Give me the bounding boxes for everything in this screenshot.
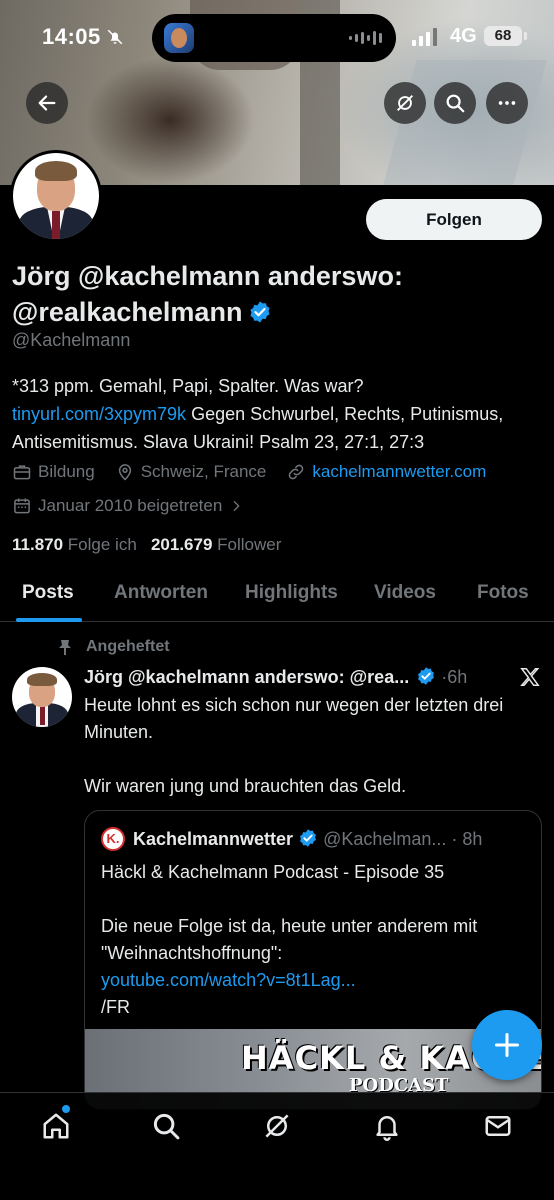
quote-signature: /FR [101,997,130,1017]
quote-author: Kachelmannwetter [133,829,294,849]
search-icon [446,94,465,113]
search-icon[interactable] [151,1111,181,1141]
calendar-icon [14,498,30,514]
meta-website[interactable]: kachelmannwetter.com [286,462,486,482]
category-label: Bildung [38,462,95,481]
verified-badge-icon [300,829,316,847]
tweet-text: Heute lohnt es sich schon nur wegen der … [84,695,504,796]
home-notification-dot [62,1105,70,1113]
bottom-navigation [0,1092,554,1200]
bio-text: *313 ppm. Gemahl, Papi, Spalter. Was war… [12,376,364,396]
x-logo-icon [520,668,540,686]
location-pin-icon [118,464,131,481]
grok-button[interactable] [384,82,426,124]
more-button[interactable] [486,82,528,124]
quote-line-1: Häckl & Kachelmann Podcast - Episode 35 [101,862,445,882]
dynamic-island [152,14,396,62]
pin-icon [59,640,71,655]
following-stat[interactable]: 11.870 Folge ich [12,535,137,554]
plus-icon [494,1032,520,1058]
bell-icon[interactable] [372,1111,402,1141]
battery-level: 68 [484,26,527,46]
quote-text: Häckl & Kachelmann Podcast - Episode 35 … [101,859,521,1021]
mail-icon[interactable] [483,1111,513,1141]
quote-link[interactable]: youtube.com/watch?v=8t1Lag... [101,970,356,990]
tab-videos[interactable]: Videos [374,582,436,604]
followers-label: Follower [217,535,282,554]
quote-header: Kachelmannwetter @Kachelman... · 8h [133,829,483,849]
compose-button[interactable] [472,1010,542,1080]
quote-avatar: K. [101,827,125,851]
chevron-right-icon [233,500,240,512]
pinned-indicator: Angeheftet [58,638,170,656]
search-button[interactable] [434,82,476,124]
back-button[interactable] [26,82,68,124]
followers-count: 201.679 [150,535,213,554]
quote-time: 8h [462,829,483,849]
signal-icon [412,28,437,46]
network-type: 4G [450,25,477,47]
follow-button[interactable]: Folgen [366,199,542,240]
quote-handle: @Kachelman... [323,829,447,849]
home-icon[interactable] [41,1111,71,1141]
profile-tabs: Posts Antworten Highlights Videos Fotos [0,574,554,622]
link-icon [289,464,304,480]
now-playing-app-icon [164,23,194,53]
more-icon [498,101,516,105]
location-label: Schweiz, France [140,462,267,481]
tab-highlights[interactable]: Highlights [245,582,338,604]
tweet-avatar[interactable] [12,667,72,727]
tab-photos[interactable]: Fotos [477,582,529,604]
tweet-author-name[interactable]: Jörg @kachelmann anderswo: @rea... [84,667,409,687]
verified-badge-icon[interactable] [248,300,272,324]
verified-badge-icon [418,667,435,685]
profile-avatar[interactable] [10,150,102,242]
following-label: Folge ich [67,535,137,554]
active-tab-indicator [16,618,82,622]
joined-row[interactable]: Januar 2010 beigetreten [12,496,244,516]
status-time: 14:05 [42,24,101,49]
arrow-left-icon [38,95,56,111]
following-count: 11.870 [12,535,64,554]
follow-stats: 11.870 Folge ich 201.679 Follower [12,535,281,555]
meta-location: Schweiz, France [115,462,267,482]
tab-replies[interactable]: Antworten [114,582,208,604]
grok-icon [397,95,413,111]
profile-bio: *313 ppm. Gemahl, Papi, Spalter. Was war… [12,372,542,456]
website-link[interactable]: kachelmannwetter.com [312,462,486,482]
followers-stat[interactable]: 201.679 Follower [151,535,281,554]
profile-meta: Bildung Schweiz, France kachelmannwetter… [12,462,500,482]
display-name-text: Jörg @kachelmann anderswo: @realkachelma… [12,261,403,327]
briefcase-icon [13,465,31,480]
grok-icon[interactable] [262,1111,292,1141]
quoted-tweet[interactable]: K. Kachelmannwetter @Kachelman... · 8h H… [84,810,542,1110]
bell-slash-icon [107,29,123,45]
audio-wave-icon [349,30,382,46]
tweet-time[interactable]: 6h [447,667,467,687]
quote-line-2: Die neue Folge ist da, heute unter ander… [101,916,478,963]
bio-link[interactable]: tinyurl.com/3xpym79k [12,404,186,424]
profile-handle: @Kachelmann [12,330,131,350]
pinned-label: Angeheftet [86,638,170,655]
profile-display-name: Jörg @kachelmann anderswo: @realkachelma… [12,258,542,330]
tab-posts[interactable]: Posts [22,582,74,604]
tweet-header: Jörg @kachelmann anderswo: @rea... ·6h [84,667,468,687]
joined-label: Januar 2010 beigetreten [38,496,223,515]
meta-category: Bildung [12,462,95,482]
